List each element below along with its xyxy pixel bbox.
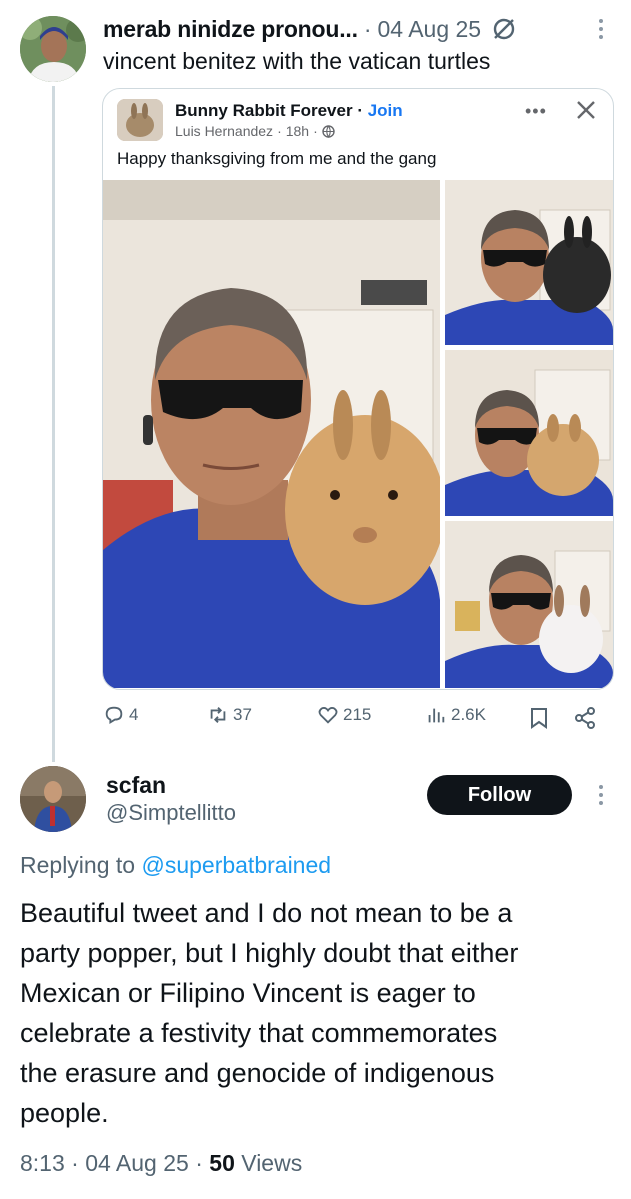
globe-icon [322,124,335,138]
repost-icon [210,707,226,723]
reply-meta: 8:13 · 04 Aug 25 · 50 Views [20,1150,302,1177]
thread-connector-line [52,86,55,762]
replying-to-handle[interactable]: @superbatbrained [141,852,331,878]
group-avatar [117,99,163,141]
views-count: 50 [209,1150,235,1176]
poster-name: Luis Hernandez [175,123,274,139]
repost-count: 37 [233,705,252,724]
photo-3 [445,350,613,516]
grok-slash-circle-icon[interactable] [491,16,517,42]
post-time: 18h [285,123,310,139]
bookmark-icon[interactable] [528,706,550,730]
join-separator: · [352,101,368,120]
meta-separator: · [195,1150,203,1176]
post-caption: Happy thanksgiving from me and the gang [117,149,437,168]
replying-to: Replying to @superbatbrained [20,852,331,879]
meta-separator: · [277,123,282,139]
heart-icon [318,707,338,724]
more-vertical-icon[interactable] [594,782,608,808]
reply-icon [105,706,123,724]
like-count: 215 [343,705,372,724]
tweet-date[interactable]: 04 Aug 25 [377,16,481,43]
join-link: Join [367,101,403,120]
photo-2 [445,180,613,345]
embedded-post-image[interactable]: Bunny Rabbit Forever · Join Luis Hernand… [102,88,614,690]
reply-button[interactable]: 4 [103,704,138,726]
reply-body-line: Mexican or Filipino Vincent is eager to [20,978,476,1008]
group-name: Bunny Rabbit Forever [175,101,353,120]
author-name[interactable]: merab ninidze pronou... [103,16,358,43]
reply-author-name[interactable]: scfan [106,772,166,799]
reply-date[interactable]: 04 Aug 25 [85,1150,189,1176]
reply-time[interactable]: 8:13 [20,1150,65,1176]
author-avatar[interactable] [20,16,86,82]
reply-author-avatar[interactable] [20,766,86,832]
date-separator: · [363,15,372,42]
replying-prefix: Replying to [20,852,136,878]
reply-body-line: Beautiful tweet and I do not mean to be … [20,898,513,928]
more-vertical-icon[interactable] [594,14,608,44]
reply-body-line: party popper, but I highly doubt that ei… [20,938,519,968]
reply-body-line: celebrate a festivity that commemorates [20,1018,498,1048]
views-label: Views [241,1150,303,1176]
meta-separator: · [313,123,318,139]
photo-4 [445,521,613,688]
reply-count: 4 [129,705,139,724]
reply-body-line: people. [20,1098,109,1128]
like-button[interactable]: 215 [317,704,371,726]
close-icon [577,101,595,119]
reply-body-line: the erasure and genocide of indigenous [20,1058,495,1088]
post-more-icon: ••• [525,101,547,121]
reply-author-handle[interactable]: @Simptellitto [106,800,236,826]
view-count: 2.6K [451,705,486,724]
views-bar-chart-icon [428,708,445,723]
repost-button[interactable]: 37 [207,704,252,726]
tweet-text: vincent benitez with the vatican turtles [103,48,491,74]
main-photo [103,180,440,688]
reply-body: Beautiful tweet and I do not mean to be … [20,893,620,1133]
views-button[interactable]: 2.6K [425,704,486,726]
share-icon[interactable] [573,706,597,730]
follow-button[interactable]: Follow [427,775,572,815]
meta-separator: · [71,1150,79,1176]
tweet-action-bar: 4 37 215 2.6K [103,704,603,734]
